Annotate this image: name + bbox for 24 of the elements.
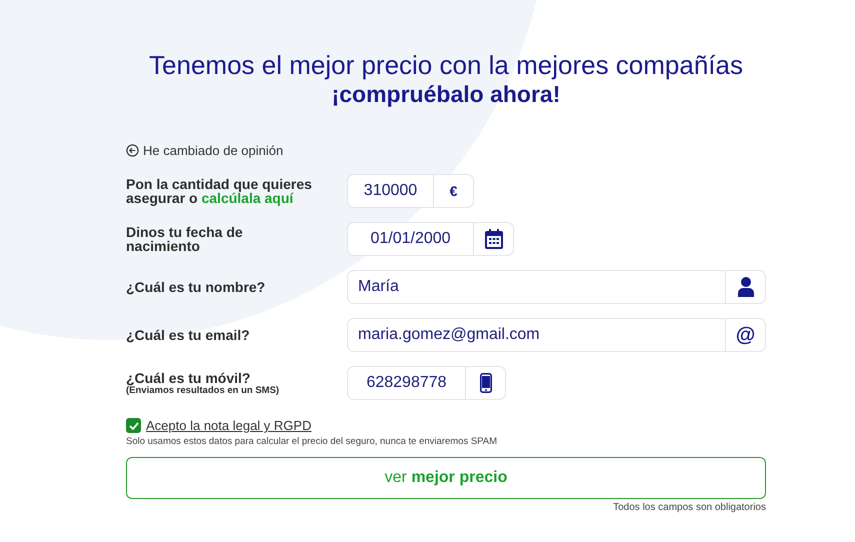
back-link[interactable]: He cambiado de opinión <box>143 142 284 158</box>
at-symbol: @ <box>736 324 756 346</box>
calendar-icon <box>484 229 502 249</box>
euro-symbol: € <box>450 183 458 199</box>
input-field[interactable]: 01/01/2000 <box>347 222 514 256</box>
field-hint: (Enviamos resultados en un SMS) <box>126 384 280 396</box>
input-field[interactable]: maria.gomez@gmail.com @ <box>347 318 766 352</box>
headline-emphasis: ¡compruébalo ahora! <box>330 80 562 108</box>
input-field[interactable]: 628298778 <box>347 366 506 400</box>
legal-notice-link[interactable]: Acepto la nota legal y RGPD <box>146 418 312 433</box>
mobile-phone-icon <box>480 373 492 393</box>
person-icon <box>738 277 754 297</box>
input-field[interactable]: 310000 € <box>347 174 474 208</box>
field-label: Dinos tu fecha de nacimiento <box>126 225 244 253</box>
field-label: ¿Cuál es tu móvil? <box>126 370 252 384</box>
field-label: ¿Cuál es tu nombre? <box>126 280 266 294</box>
privacy-note: Solo usamos estos datos para calcular el precio del seguro, nunca te enviaremos SPAM <box>126 436 498 447</box>
field-label: Pon la cantidad que quieres asegurar o calcúlala aquí <box>126 177 313 205</box>
input-field[interactable]: María <box>347 270 766 304</box>
headline: Tenemos el mejor precio con la mejores compañías <box>148 50 744 80</box>
checkmark-icon <box>128 422 138 430</box>
checkbox[interactable] <box>126 418 141 433</box>
required-fields-note: Todos los campos son obligatorios <box>612 502 766 513</box>
field-label: ¿Cuál es tu email? <box>126 328 251 342</box>
